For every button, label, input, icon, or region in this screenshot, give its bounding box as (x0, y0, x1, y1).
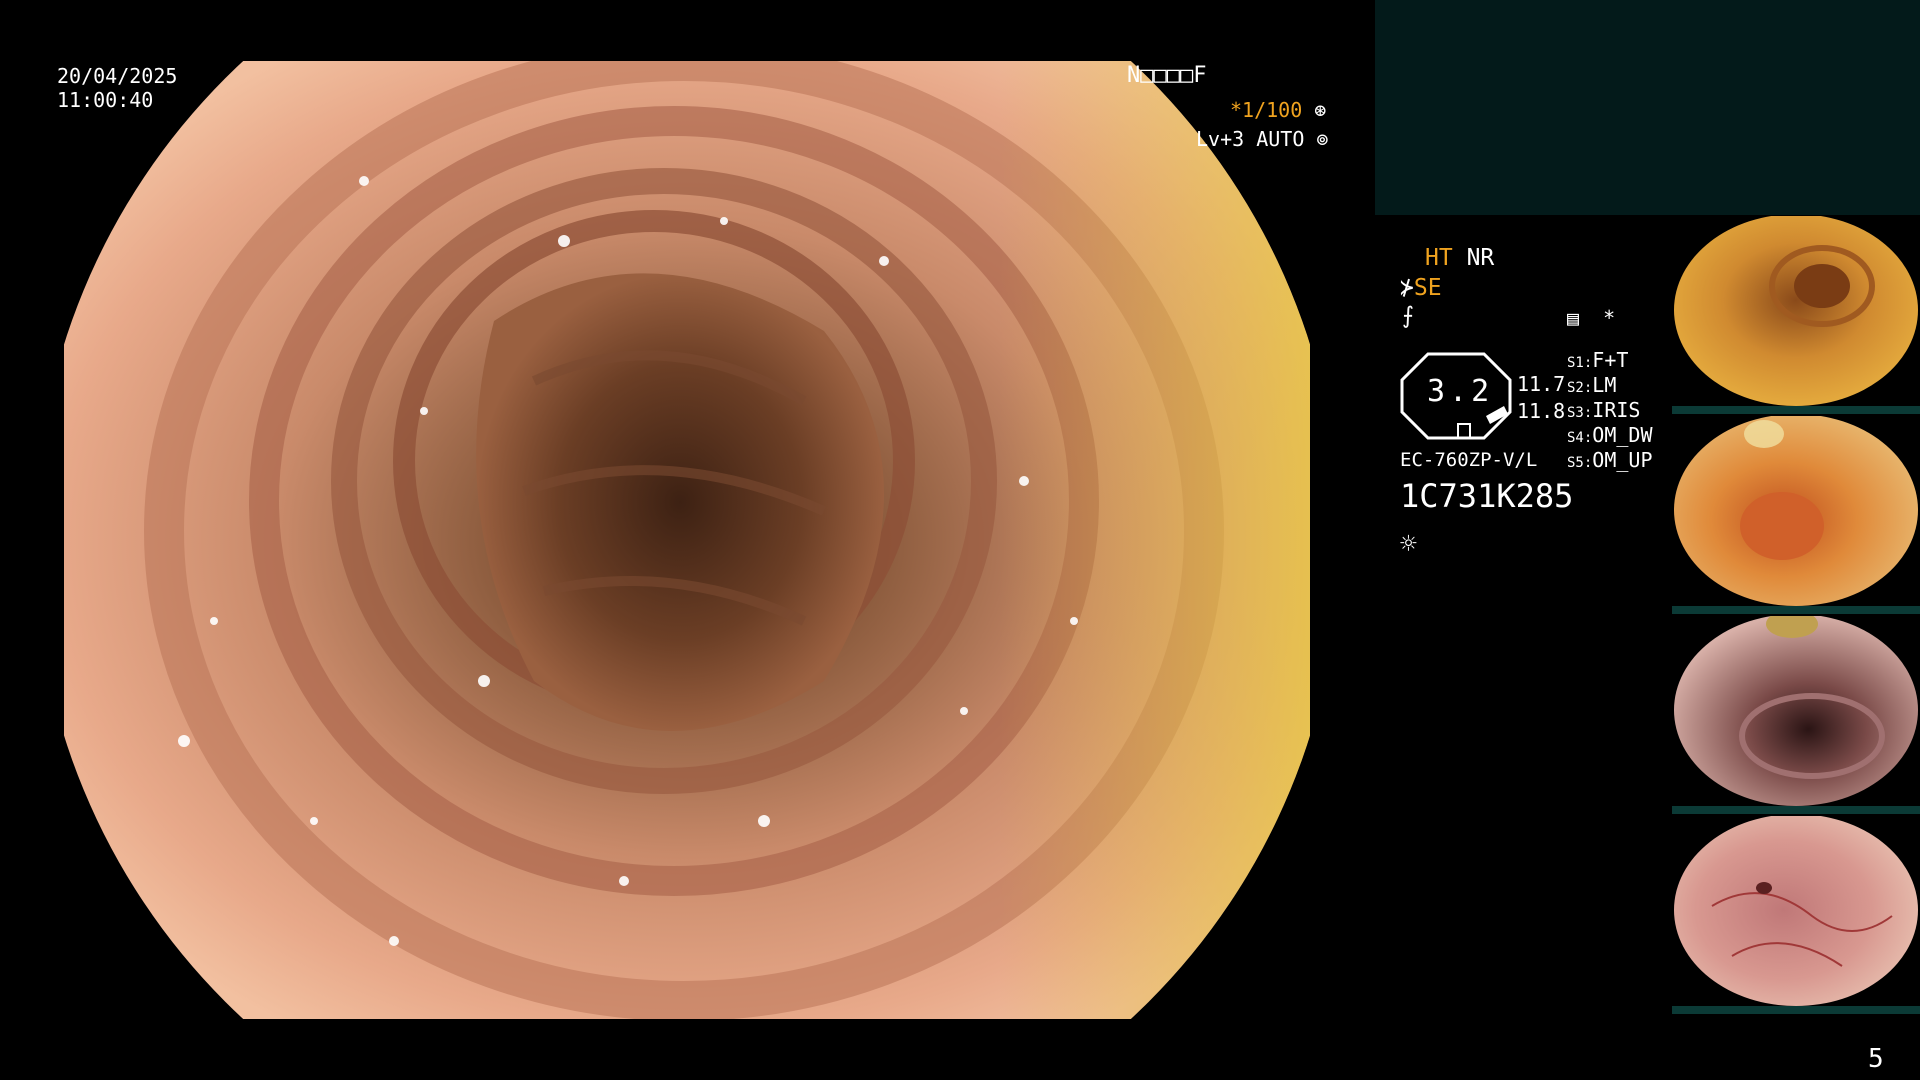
mode-nr: NR (1466, 245, 1495, 271)
info-panel-top (1375, 0, 1920, 215)
thumbnail-3[interactable] (1672, 616, 1920, 814)
aperture-icon: ⊛ (1314, 98, 1327, 122)
level-label: Lv+3 AUTO (1196, 127, 1305, 151)
shutter-speed: *1/100 (1230, 98, 1303, 122)
patient-code: N□□□□F (1127, 63, 1207, 88)
scope-serial: 1C731K285 (1400, 477, 1574, 515)
sun-icon: ☼ (1400, 527, 1417, 560)
structure-enhance-icon: ⊁ (1400, 275, 1414, 301)
zoom-value: 3.2 (1427, 374, 1494, 409)
endoscope-main-view (64, 61, 1310, 1019)
mode-se: SE (1413, 275, 1442, 301)
switch-item: S2:LM (1567, 373, 1617, 397)
value-2: 11.8 (1517, 399, 1566, 423)
thumbnail-4[interactable] (1672, 816, 1920, 1014)
switch-list: S1:F+T S2:LM S3:IRIS S4:OM_DW S5:OM_UP (1567, 348, 1653, 473)
time-label: 11:00:40 (57, 88, 154, 112)
slot-star: * (1603, 306, 1616, 330)
auto-iris-icon: ⊚ (1316, 127, 1329, 151)
value-1: 11.7 (1517, 372, 1566, 396)
colon-lumen-image (64, 61, 1310, 1019)
thumbnail-1[interactable] (1672, 216, 1920, 414)
mode-ht: HT (1425, 245, 1453, 271)
switch-item: S5:OM_UP (1567, 448, 1653, 472)
freeze-icon: ⨍ (1402, 303, 1414, 329)
thumbnail-2[interactable] (1672, 416, 1920, 614)
memory-card-icon: ▤ (1567, 306, 1580, 330)
scope-model: EC-760ZP-V/L (1400, 449, 1538, 471)
switch-item: S4:OM_DW (1567, 423, 1653, 447)
switch-item: S3:IRIS (1567, 398, 1641, 422)
switch-item: S1:F+T (1567, 348, 1629, 372)
date-label: 20/04/2025 (57, 64, 178, 88)
page-number: 5 (1868, 1044, 1884, 1074)
